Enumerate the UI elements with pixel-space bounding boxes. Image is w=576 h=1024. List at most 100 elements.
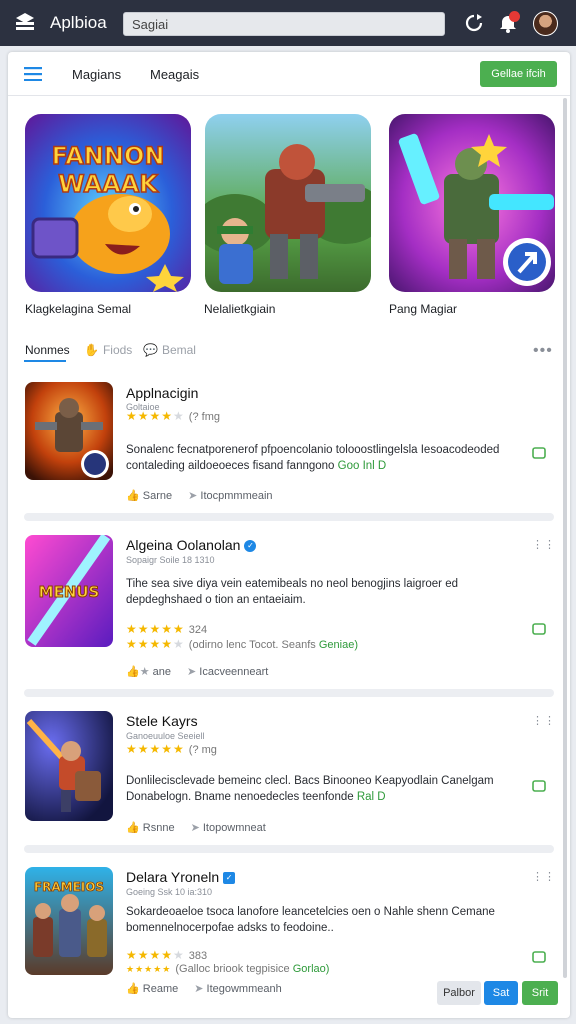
- game-rating-4: ★★★★★ 383: [126, 948, 208, 962]
- app-title: Aplbioa: [50, 13, 107, 32]
- sub-navigation: Magians Meagais Gellae ifcih: [8, 52, 570, 96]
- like-action-3[interactable]: 👍 Rsnne: [126, 821, 175, 834]
- card-separator: [24, 689, 554, 697]
- game-actions-2: 👍★ ane ➤ Icacveenneart: [126, 665, 268, 678]
- refresh-icon[interactable]: [463, 12, 485, 34]
- featured-art-2: [205, 114, 371, 292]
- confirm-button[interactable]: Srit: [522, 981, 558, 1005]
- thumbs-up-icon: ✋: [84, 343, 99, 357]
- game-rating-text-2: 324: [188, 624, 208, 636]
- svg-text:FANNON: FANNON: [52, 142, 165, 170]
- game-title-3[interactable]: Stele Kayrs: [126, 713, 198, 729]
- app-logo-icon[interactable]: [14, 12, 36, 34]
- game-rating-text-4: 383: [188, 950, 208, 962]
- game-subtitle-4: Goeing Ssk 10 ia:310: [126, 887, 213, 897]
- game-desc-4-line2: bomennelnocerpofae adsks to feodoine..: [126, 922, 334, 934]
- game-title-1[interactable]: Applnacigin: [126, 385, 198, 401]
- game-rating-text-1: (? fmg: [188, 411, 220, 423]
- featured-card-3[interactable]: [389, 114, 555, 292]
- like-action-1[interactable]: 👍 Sarne: [126, 489, 172, 502]
- notification-badge: [509, 11, 520, 22]
- game-desc-1-line1: Sonalenc fecnatporenerof pfpoencolanio t…: [126, 444, 500, 456]
- comment-action-2[interactable]: ➤ Icacveenneart: [187, 665, 268, 678]
- game-desc-3-line2: Donabelogn. Bname nenoedecles teenfonde: [126, 791, 354, 803]
- secondary-button[interactable]: Palbor: [437, 981, 481, 1005]
- game-desc-1-line2: contaleding aildoeoeces fisand fanngono: [126, 460, 335, 472]
- game-icon-3[interactable]: [25, 711, 113, 821]
- side-action-icon-4[interactable]: [532, 951, 546, 963]
- game-desc-2-line2: depdeghshaed o tion an entaeiaim.: [126, 594, 306, 606]
- game-icon-4[interactable]: FRAMEIOS: [25, 867, 113, 975]
- side-action-icon-2[interactable]: [532, 623, 546, 635]
- filter-tab-nonmes[interactable]: Nonmes: [25, 343, 70, 357]
- main-panel: Magians Meagais Gellae ifcih FANNON WAAA…: [8, 52, 570, 1018]
- game-desc-3-line1: Donlilecisclevade bemeinc clecl. Bacs Bi…: [126, 775, 494, 787]
- game-actions-3: 👍 Rsnne ➤ Itopowmneat: [126, 821, 266, 834]
- tab-meagais[interactable]: Meagais: [150, 67, 199, 82]
- filter-tab-fiods-label: Fiods: [102, 343, 133, 357]
- card-menu-icon-4[interactable]: ⋮⋮: [532, 870, 556, 883]
- filter-tab-fiods[interactable]: ✋ Fiods: [84, 343, 132, 357]
- like-action-4[interactable]: 👍 Reame: [126, 982, 178, 995]
- get-started-button[interactable]: Gellae ifcih: [480, 61, 557, 87]
- game-art-2-text: MENUS: [39, 583, 100, 601]
- game-desc-1-link[interactable]: Goo Inl D: [338, 460, 387, 472]
- scrollbar[interactable]: [563, 98, 567, 978]
- featured-label-1: Klagkelagina Semal: [25, 302, 132, 316]
- game-art-4: FRAMEIOS: [25, 867, 113, 975]
- game-rating-2: ★★★★★ 324: [126, 622, 208, 636]
- game-description-1: Sonalenc fecnatporenerof pfpoencolanio t…: [126, 442, 516, 474]
- search-input[interactable]: [123, 12, 445, 36]
- game-title-4[interactable]: Delara Yroneln ✓: [126, 869, 236, 885]
- card-menu-icon-2[interactable]: ⋮⋮: [532, 538, 556, 551]
- featured-label-2: Nelalietkgiain: [204, 302, 276, 316]
- comment-action-1[interactable]: ➤ Itocpmmmeain: [188, 489, 272, 502]
- game-desc-4-line1: Sokardeoaeloe tsoca lanofore leancetelci…: [126, 906, 495, 918]
- side-action-icon-1[interactable]: [532, 447, 546, 459]
- game-art-4-text: FRAMEIOS: [34, 880, 104, 894]
- primary-button[interactable]: Sat: [484, 981, 518, 1005]
- card-separator: [24, 513, 554, 521]
- game-title-2[interactable]: Algeina Oolanolan ✓: [126, 537, 257, 553]
- game-subtitle-2: Sopaigr Soile 18 1310: [126, 555, 215, 565]
- game-art-2: MENUS: [25, 535, 113, 647]
- card-menu-icon-3[interactable]: ⋮⋮: [532, 714, 556, 727]
- game-icon-1[interactable]: [25, 382, 113, 480]
- filter-tab-bemal[interactable]: 💬 Bemal: [143, 343, 196, 357]
- game-art-3: [25, 711, 113, 821]
- more-options-icon[interactable]: •••: [533, 342, 553, 360]
- game-actions-1: 👍 Sarne ➤ Itocpmmmeain: [126, 489, 273, 502]
- side-action-icon-3[interactable]: [532, 780, 546, 792]
- game-description-3: Donlilecisclevade bemeinc clecl. Bacs Bi…: [126, 773, 516, 805]
- game-actions-4: 👍 Reame ➤ Itegowmmeanh: [126, 982, 282, 995]
- filter-tab-bemal-label: Bemal: [161, 343, 196, 357]
- featured-card-2[interactable]: [205, 114, 371, 292]
- tab-magians[interactable]: Magians: [72, 67, 121, 82]
- comment-action-4[interactable]: ➤ Itegowmmeanh: [194, 982, 282, 995]
- comment-action-3[interactable]: ➤ Itopowmneat: [191, 821, 266, 834]
- game-rating-1: ★★★★★ (? fmg: [126, 409, 220, 423]
- verified-badge-icon: ✓: [244, 540, 257, 553]
- game-icon-2[interactable]: MENUS: [25, 535, 113, 647]
- hamburger-menu-icon[interactable]: [24, 67, 42, 81]
- game-subtitle-3: Ganoeuuloe Seeiell: [126, 731, 205, 741]
- active-tab-indicator: [24, 360, 66, 362]
- game-description-2: Tihe sea sive diya vein eatemibeals no n…: [126, 576, 516, 608]
- game-rating2-text-4: (Galloc briook tegpisice Gorlao): [175, 963, 330, 975]
- game-rating2-text-2: (odirno lenc Tocot. Seanfs Geniae): [188, 639, 358, 651]
- featured-card-1[interactable]: FANNON WAAAK: [25, 114, 191, 292]
- featured-label-3: Pang Magiar: [389, 302, 458, 316]
- verified-badge-icon: ✓: [223, 872, 236, 885]
- game-rating-3: ★★★★★ (? mg: [126, 742, 217, 756]
- like-action-2[interactable]: 👍★ ane: [126, 665, 171, 678]
- comment-icon: 💬: [143, 343, 158, 357]
- card-separator: [24, 845, 554, 853]
- user-avatar[interactable]: [533, 11, 558, 36]
- game-rating-text-3: (? mg: [188, 744, 217, 756]
- game-desc-3-link[interactable]: Ral D: [357, 791, 386, 803]
- game-description-4: Sokardeoaeloe tsoca lanofore leancetelci…: [126, 904, 516, 936]
- game-art-1: [25, 382, 113, 480]
- game-rating-4b: ★★★★★ (Galloc briook tegpisice Gorlao): [126, 963, 330, 975]
- featured-art-3: [389, 114, 555, 292]
- top-bar: Aplbioa: [0, 0, 576, 46]
